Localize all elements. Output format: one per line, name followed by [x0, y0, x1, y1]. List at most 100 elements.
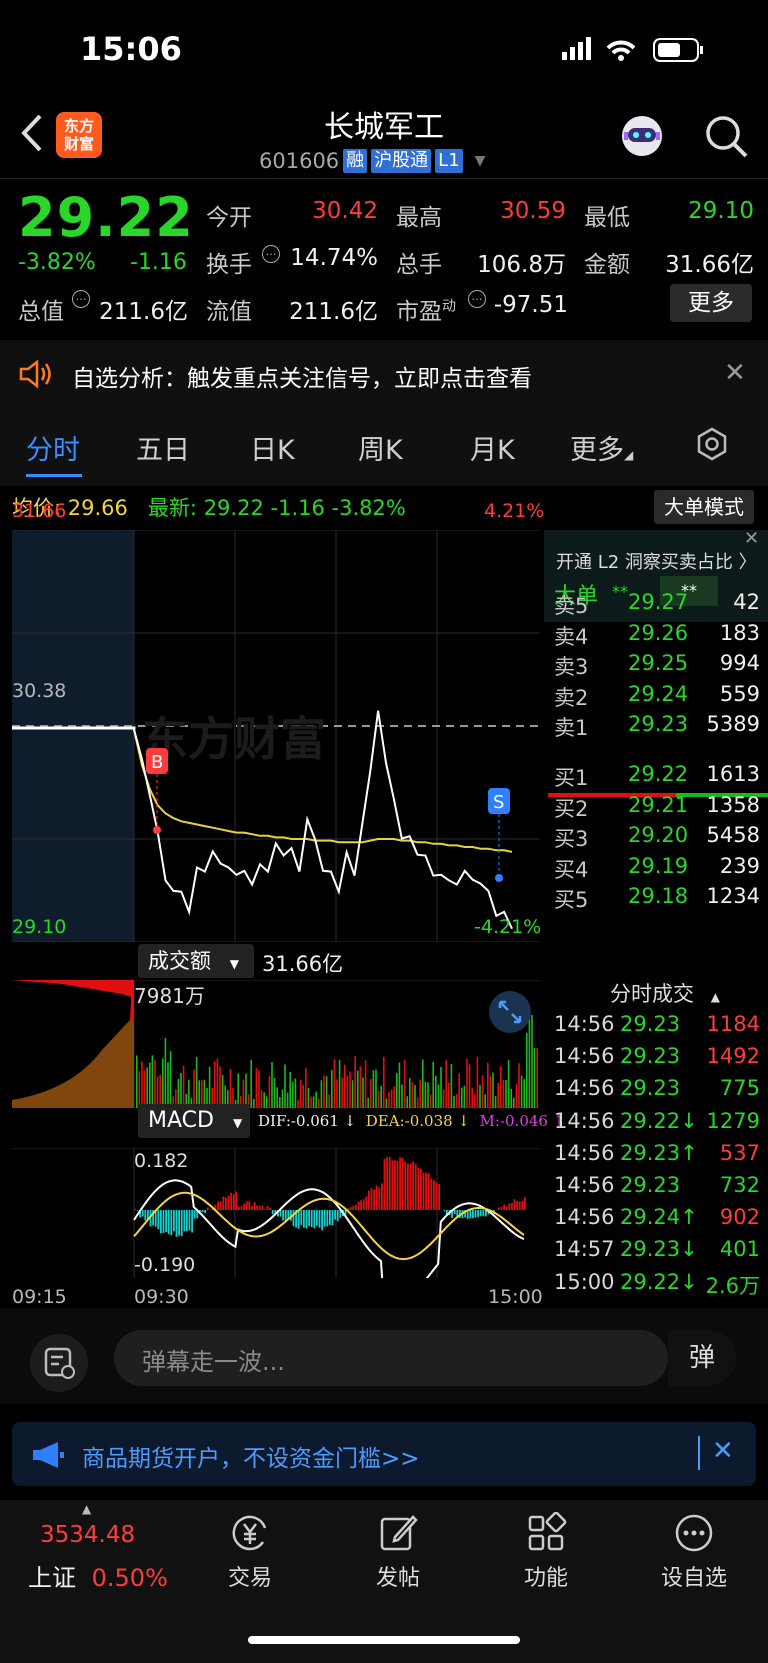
robot-assistant-icon[interactable]: [618, 112, 666, 160]
close-icon[interactable]: ✕: [712, 1436, 734, 1466]
bid-row[interactable]: 买5 29.18 1234: [544, 884, 768, 916]
tab-daily-k[interactable]: 日K: [250, 428, 295, 467]
bid-row[interactable]: 买4 29.19 239: [544, 854, 768, 886]
macd-bar: [191, 1210, 193, 1233]
volume-bar: [440, 1067, 442, 1108]
expand-icon[interactable]: [488, 990, 532, 1034]
trade-price: 29.23: [620, 1044, 681, 1069]
bid-row[interactable]: 买3 29.20 5458: [544, 823, 768, 855]
volume-bar: [216, 1058, 219, 1108]
macd-bar: [251, 1205, 253, 1210]
trade-price: 29.22↓: [620, 1108, 698, 1133]
tab-active-indicator: [26, 474, 82, 477]
macd-bar: [524, 1197, 526, 1210]
nav-trade[interactable]: 交易: [190, 1512, 310, 1592]
nav-add-watchlist[interactable]: 设自选: [634, 1512, 754, 1592]
intraday-chart[interactable]: 东方财富 B S: [12, 530, 540, 942]
volume-bar: [401, 1084, 403, 1108]
ask-row[interactable]: 卖5 29.27 42: [544, 590, 768, 622]
home-indicator[interactable]: [248, 1636, 520, 1644]
nav-functions[interactable]: 功能: [486, 1512, 606, 1592]
tab-more-label: 更多: [570, 435, 624, 466]
chevron-down-icon: ▼: [229, 957, 239, 971]
price-summary: 均价: 29.66 最新: 29.22 -1.16 -3.82%: [12, 492, 406, 522]
ask-row[interactable]: 卖2 29.24 559: [544, 682, 768, 714]
gear-icon[interactable]: [694, 426, 730, 462]
tab-more[interactable]: 更多◢: [570, 428, 633, 467]
macd-bar: [394, 1160, 396, 1210]
ask-volume: 5389: [706, 712, 760, 736]
trade-row: 14:57 29.23↓ 401: [544, 1237, 768, 1269]
index-row[interactable]: 上证 0.50%: [28, 1558, 168, 1593]
ask-row[interactable]: 卖1 29.23 5389: [544, 712, 768, 744]
ask-row[interactable]: 卖4 29.26 183: [544, 621, 768, 653]
volume-bar: [510, 1088, 512, 1108]
macd-bar: [349, 1207, 352, 1210]
macd-bar: [368, 1190, 370, 1210]
macd-bar: [144, 1210, 147, 1221]
volume-bar: [455, 1094, 458, 1108]
macd-bar: [245, 1201, 248, 1210]
volume-bar: [146, 1067, 148, 1108]
volume-bar: [136, 1055, 138, 1108]
ask-label: 卖2: [554, 685, 589, 710]
amount-value: 31.66亿: [665, 252, 754, 278]
pe-info-icon[interactable]: …: [468, 290, 486, 308]
trades-title[interactable]: 分时成交 ▲: [610, 978, 720, 1008]
volume-bar: [448, 1082, 450, 1108]
bid-row[interactable]: 买1 29.22 1613: [544, 762, 768, 794]
tab-five-day[interactable]: 五日: [136, 428, 190, 467]
macd-bar: [373, 1189, 375, 1210]
volume-bar: [497, 1083, 499, 1108]
volume-bar: [318, 1098, 320, 1108]
macd-bar: [331, 1210, 334, 1226]
nav-post[interactable]: 发帖: [338, 1512, 458, 1592]
index-value[interactable]: 3534.48: [40, 1522, 135, 1548]
bid-price: 29.22: [628, 762, 689, 786]
volume-bar: [388, 1091, 390, 1108]
macd-bar: [162, 1210, 165, 1233]
mktcap-info-icon[interactable]: …: [72, 290, 90, 308]
ask-row[interactable]: 卖3 29.25 994: [544, 651, 768, 683]
ad-text[interactable]: 商品期货开户，不设资金门槛>>: [82, 1439, 420, 1473]
avg-value: 29.66: [67, 496, 128, 520]
trade-row: 14:56 29.23↑ 537: [544, 1141, 768, 1173]
macd-bar: [500, 1206, 503, 1210]
close-icon[interactable]: ✕: [724, 358, 746, 388]
trade-time: 14:56: [554, 1076, 615, 1101]
danmu-settings-button[interactable]: [30, 1334, 88, 1392]
volume-bar: [375, 1069, 377, 1108]
macd-selector[interactable]: MACD ▼: [138, 1104, 250, 1138]
macd-bar: [329, 1210, 331, 1225]
macd-bar: [170, 1210, 173, 1236]
sell-marker[interactable]: S: [488, 788, 510, 882]
search-icon[interactable]: [702, 112, 750, 160]
chart-y-bottom: 29.10: [12, 916, 67, 938]
alert-text[interactable]: 自选分析：触发重点关注信号，立即点击查看: [72, 359, 532, 393]
volume-bar: [263, 1092, 265, 1108]
volume-bar: [341, 1077, 343, 1108]
close-icon[interactable]: ✕: [744, 528, 768, 552]
bid-volume: 239: [719, 853, 760, 878]
volume-bar: [518, 1063, 520, 1108]
tab-intraday[interactable]: 分时: [26, 428, 80, 467]
stock-code-row[interactable]: 601606 融 沪股通 L1 ▼: [259, 148, 485, 174]
danmu-send-button[interactable]: 弹: [668, 1330, 736, 1386]
volume-selector[interactable]: 成交额 ▼: [138, 944, 254, 978]
volume-bar: [336, 1079, 338, 1108]
bid-row[interactable]: 买2 29.21 1358: [544, 793, 768, 825]
turnover-info-icon[interactable]: …: [262, 245, 280, 263]
more-button[interactable]: 更多: [670, 284, 752, 322]
tab-monthly-k[interactable]: 月K: [470, 428, 515, 467]
chevron-down-icon[interactable]: ▼: [475, 153, 486, 169]
tab-weekly-k[interactable]: 周K: [358, 428, 403, 467]
macd-bar: [355, 1204, 357, 1210]
trade-row: 14:56 29.23 775: [544, 1076, 768, 1108]
volume-bar: [333, 1059, 336, 1108]
volume-chart: [12, 980, 540, 1108]
macd-bar: [235, 1191, 238, 1210]
big-order-mode-button[interactable]: 大单模式: [654, 490, 754, 524]
volume-bar: [214, 1061, 216, 1108]
macd-bar: [282, 1210, 284, 1221]
trade-price: 29.22↓: [620, 1269, 698, 1294]
